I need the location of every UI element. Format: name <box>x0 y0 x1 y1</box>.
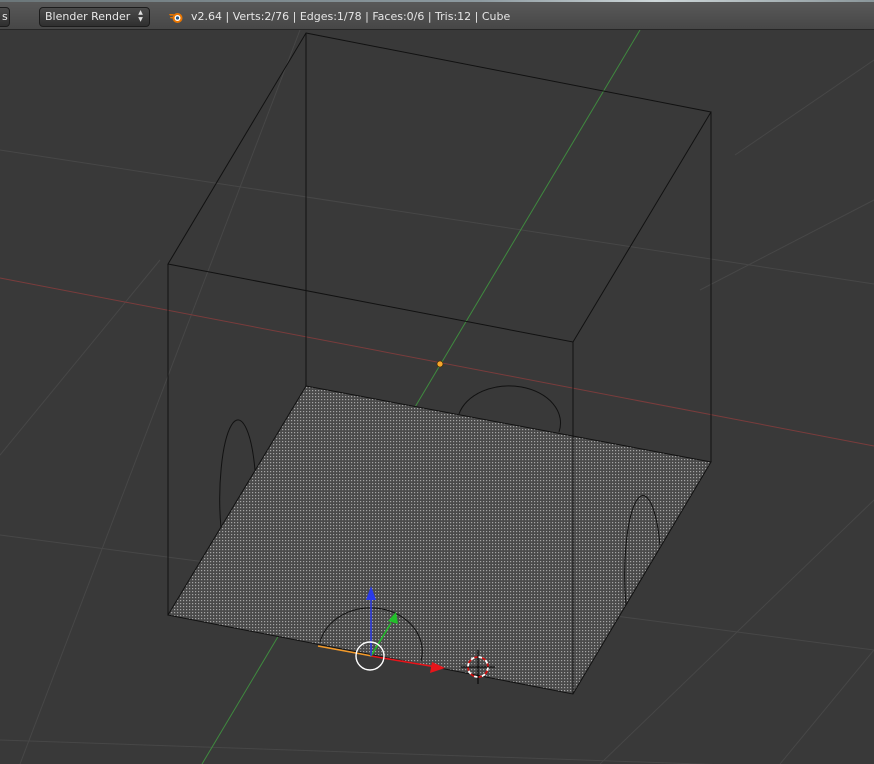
header-accent-bar <box>0 0 874 2</box>
info-header: s Blender Render ▲ ▼ v2.64 | Verts:2/76 |… <box>0 0 874 30</box>
blender-logo-icon <box>169 13 183 23</box>
object-origin[interactable] <box>436 360 444 368</box>
menu-button-truncated[interactable]: s <box>0 7 10 27</box>
up-down-arrows-icon: ▲ ▼ <box>138 9 143 23</box>
render-engine-label: Blender Render <box>45 10 131 23</box>
viewport-canvas[interactable] <box>0 30 874 764</box>
selected-bottom-face[interactable] <box>168 386 711 694</box>
render-engine-dropdown[interactable]: Blender Render ▲ ▼ <box>39 7 150 27</box>
blender-window: s Blender Render ▲ ▼ v2.64 | Verts:2/76 |… <box>0 0 874 764</box>
menu-button-label: s <box>2 10 8 23</box>
scene-statistics: v2.64 | Verts:2/76 | Edges:1/78 | Faces:… <box>191 10 511 23</box>
3d-viewport[interactable] <box>0 30 874 764</box>
